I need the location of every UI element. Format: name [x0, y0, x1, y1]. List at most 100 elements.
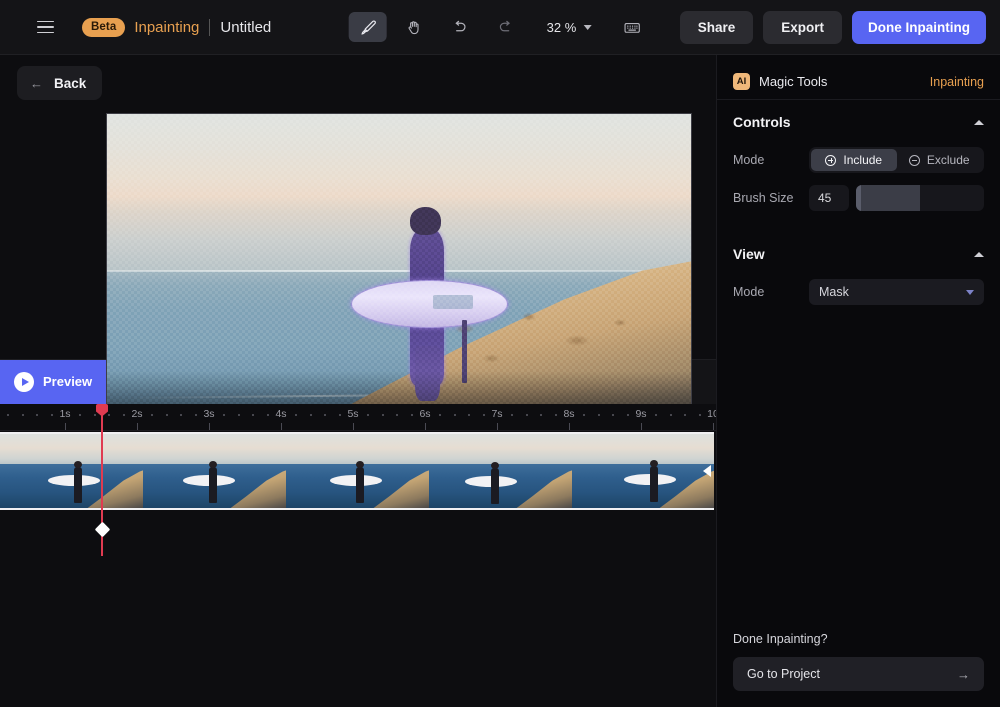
magic-tools-panel: AI Magic Tools Inpainting Controls Mode … [716, 55, 1000, 707]
timeline-tick-label: 5s [347, 408, 358, 420]
timeline-tick-dot [468, 414, 470, 416]
timeline-tick-line [497, 423, 498, 430]
timeline-tick-dot [79, 414, 81, 416]
thumb-sky [286, 434, 429, 465]
brush-size-slider-handle[interactable] [856, 185, 861, 211]
play-circle-icon [14, 372, 34, 392]
canvas-area[interactable]: ← Back [0, 55, 716, 359]
thumb-surfer [74, 467, 82, 503]
chevron-up-icon [974, 120, 984, 125]
timeline-tick-dot [324, 414, 326, 416]
timeline-tick-dot [612, 414, 614, 416]
export-button[interactable]: Export [763, 11, 842, 44]
timeline-tick-label: 3s [203, 408, 214, 420]
brush-size-input[interactable]: 45 [809, 185, 849, 211]
timeline-tick-label: 8s [563, 408, 574, 420]
view-section: View Mode Mask [717, 232, 1000, 314]
timeline-tick-dot [267, 414, 269, 416]
timeline-tick-dot [655, 414, 657, 416]
timeline-tick-line [209, 423, 210, 430]
timeline-tick-dot [454, 414, 456, 416]
timeline-tick-dot [310, 414, 312, 416]
go-to-project-button[interactable]: Go to Project → [733, 657, 984, 691]
timeline-tick-label: 4s [275, 408, 286, 420]
view-chevron-up-icon [974, 252, 984, 257]
scroll-right-icon[interactable] [703, 465, 711, 477]
timeline[interactable]: 1s2s3s4s5s6s7s8s9s10 [0, 404, 716, 707]
timeline-tick-line [137, 423, 138, 430]
timeline-tick-dot [598, 414, 600, 416]
done-inpainting-button[interactable]: Done Inpainting [852, 11, 986, 44]
mode-exclude-option[interactable]: Exclude [897, 149, 983, 171]
video-canvas[interactable] [106, 113, 692, 445]
timeline-tick-dot [252, 414, 254, 416]
timeline-tick-label: 1s [59, 408, 70, 420]
controls-section: Controls Mode Include Exclude [717, 100, 1000, 220]
menu-icon[interactable] [30, 12, 60, 42]
timeline-tick-dot [223, 414, 225, 416]
timeline-thumbnail [0, 434, 143, 508]
timeline-tick-dot [238, 414, 240, 416]
thumb-surfer-head [356, 461, 364, 468]
brush-tool-button[interactable] [349, 12, 387, 42]
done-inpainting-question: Done Inpainting? [733, 632, 984, 646]
undo-button[interactable] [441, 12, 479, 42]
beta-badge: Beta [82, 18, 125, 37]
title-divider [209, 19, 210, 36]
zoom-level-dropdown[interactable]: 32 % [537, 12, 602, 42]
mode-exclude-label: Exclude [927, 153, 970, 167]
brush-icon [359, 19, 376, 36]
top-actions: Share Export Done Inpainting [680, 11, 986, 44]
view-section-header[interactable]: View [733, 232, 984, 276]
chevron-down-icon [583, 25, 591, 30]
keyboard-shortcuts-button[interactable] [613, 12, 651, 42]
redo-button[interactable] [487, 12, 525, 42]
timeline-tick-dot [36, 414, 38, 416]
timeline-tick-label: 7s [491, 408, 502, 420]
thumb-sky [572, 434, 714, 465]
hand-icon [405, 19, 422, 36]
back-button[interactable]: ← Back [17, 66, 102, 100]
share-button[interactable]: Share [680, 11, 754, 44]
timeline-tick-dot [151, 414, 153, 416]
surfboard-mask [351, 280, 508, 328]
project-name[interactable]: Untitled [220, 19, 271, 36]
timeline-tick-label: 6s [419, 408, 430, 420]
pan-tool-button[interactable] [395, 12, 433, 42]
keyboard-icon [623, 18, 642, 37]
mode-label: Mode [733, 153, 809, 167]
brush-size-row: Brush Size 45 [733, 182, 984, 214]
video-frame [107, 114, 691, 444]
timeline-clip-strip[interactable] [0, 432, 714, 510]
controls-section-header[interactable]: Controls [733, 100, 984, 144]
thumb-sky [0, 434, 143, 465]
timeline-tick-dot [123, 414, 125, 416]
panel-title: Magic Tools [759, 74, 827, 89]
thumb-sky [143, 434, 286, 465]
timeline-tick-line [65, 423, 66, 430]
keyframe-diamond-icon[interactable] [94, 521, 110, 537]
done-inpainting-block: Done Inpainting? Go to Project → [717, 632, 1000, 707]
timeline-tick-dot [396, 414, 398, 416]
timeline-tick-dot [526, 414, 528, 416]
zoom-level-value: 32 % [547, 20, 577, 35]
view-mode-select[interactable]: Mask [809, 279, 984, 305]
center-tool-group: 32 % [349, 12, 652, 42]
surfer-head-mask [410, 207, 441, 235]
preview-label: Preview [43, 374, 92, 389]
undo-icon [451, 18, 469, 36]
ai-badge: AI [733, 73, 750, 90]
timeline-tick-dot [382, 414, 384, 416]
timeline-thumbnail [143, 434, 286, 508]
back-button-label: Back [54, 76, 86, 91]
timeline-tick-dot [670, 414, 672, 416]
preview-button[interactable]: Preview [0, 360, 106, 404]
mode-include-option[interactable]: Include [811, 149, 897, 171]
panel-header: AI Magic Tools Inpainting [717, 64, 1000, 100]
timeline-tick-line [353, 423, 354, 430]
timeline-tick-dot [22, 414, 24, 416]
masked-subject [364, 213, 492, 398]
timeline-tick-dot [540, 414, 542, 416]
brush-size-slider[interactable] [856, 185, 984, 211]
mode-include-label: Include [843, 153, 882, 167]
